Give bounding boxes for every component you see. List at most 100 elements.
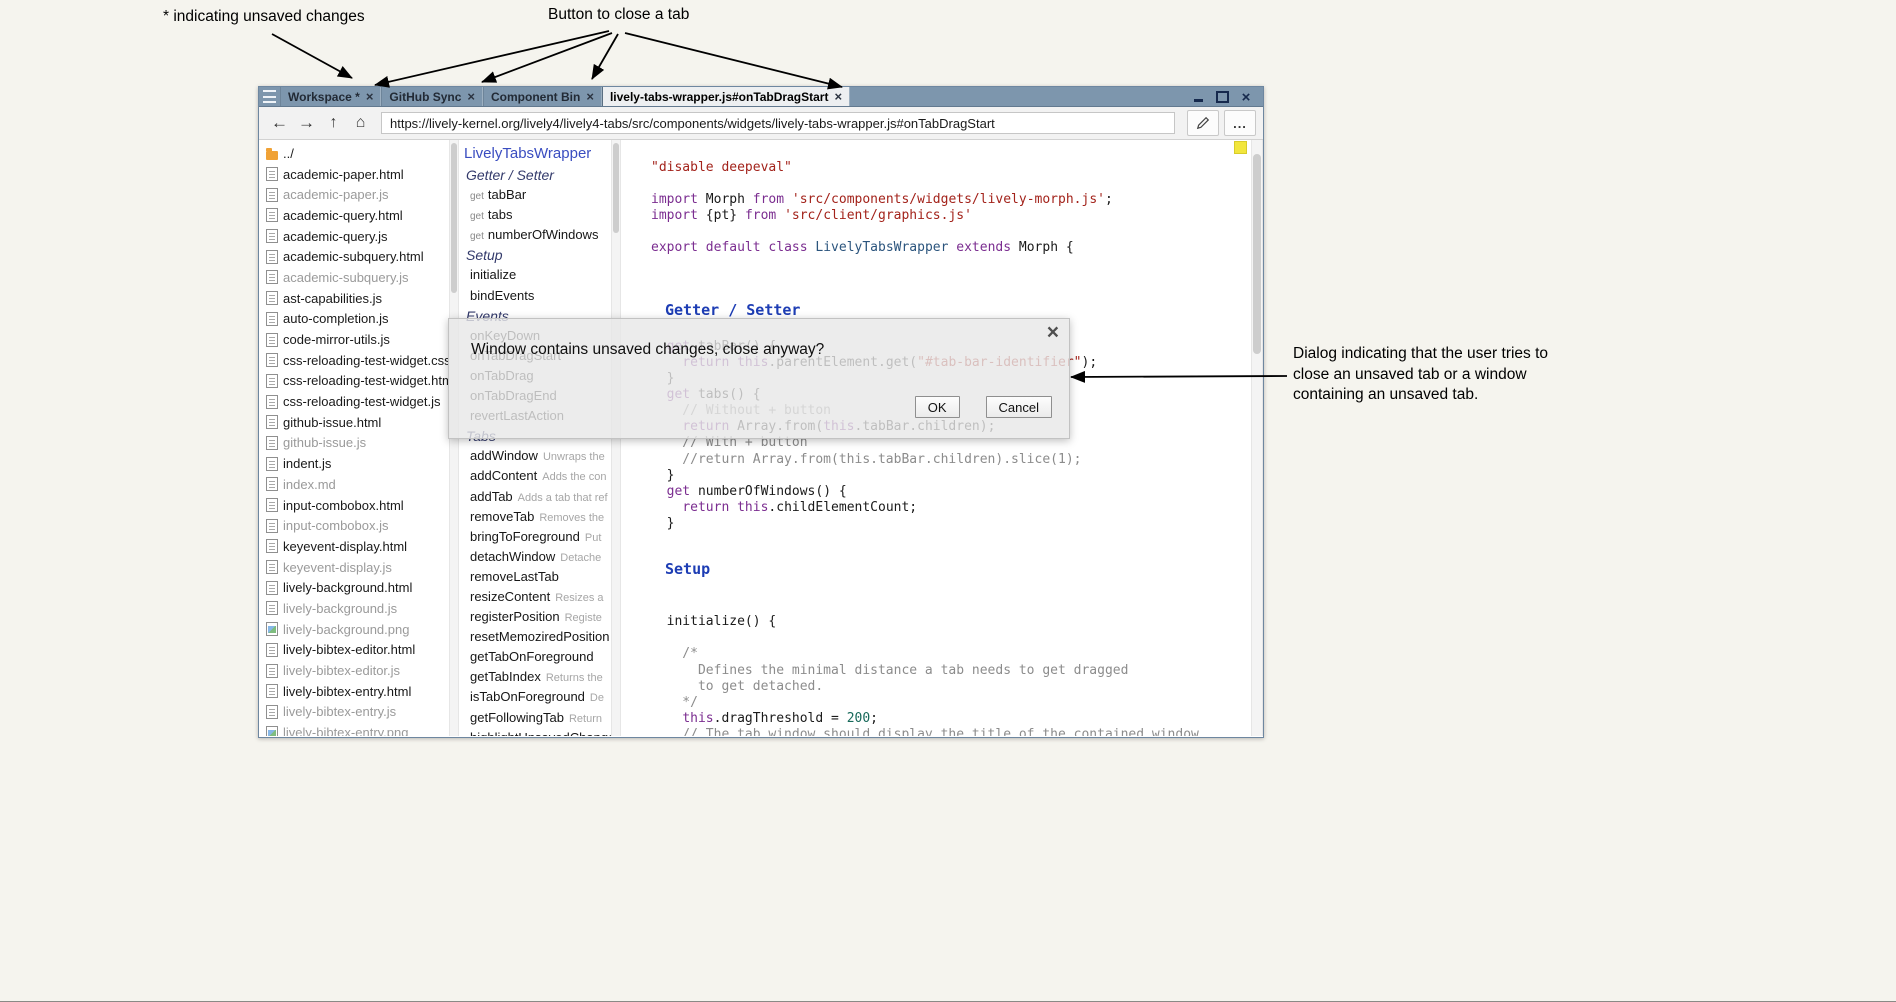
url-input[interactable] bbox=[381, 112, 1175, 134]
file-item[interactable]: lively-bibtex-editor.html bbox=[259, 640, 449, 661]
file-item[interactable]: academic-query.html bbox=[259, 205, 449, 226]
outline-doc-note: Detache bbox=[560, 552, 601, 564]
outline-item[interactable]: gettabBar bbox=[459, 187, 611, 207]
js-file-icon bbox=[266, 395, 278, 409]
file-item[interactable]: keyevent-display.js bbox=[259, 557, 449, 578]
outline-class-title[interactable]: LivelyTabsWrapper bbox=[459, 145, 611, 167]
more-button[interactable]: ... bbox=[1224, 110, 1256, 136]
file-item[interactable]: ../ bbox=[259, 143, 449, 164]
outline-item[interactable]: resetMemoziredPosition bbox=[459, 629, 611, 649]
tab-close-icon[interactable]: × bbox=[467, 90, 475, 103]
file-item[interactable]: github-issue.html bbox=[259, 412, 449, 433]
home-icon[interactable]: ⌂ bbox=[347, 110, 374, 136]
scrollbar-thumb[interactable] bbox=[451, 143, 457, 293]
file-item[interactable]: lively-background.png bbox=[259, 619, 449, 640]
tab[interactable]: Workspace * × bbox=[280, 87, 381, 106]
file-item[interactable]: academic-paper.html bbox=[259, 164, 449, 185]
file-item[interactable]: lively-bibtex-entry.js bbox=[259, 702, 449, 723]
file-item[interactable]: css-reloading-test-widget.html bbox=[259, 371, 449, 392]
back-icon[interactable]: ← bbox=[266, 110, 293, 136]
outline-item[interactable]: getTabOnForeground bbox=[459, 649, 611, 669]
outline-item[interactable]: bindEvents bbox=[459, 288, 611, 308]
outline-item[interactable]: registerPositionRegiste bbox=[459, 609, 611, 629]
menu-icon[interactable] bbox=[259, 87, 280, 106]
code-line bbox=[651, 598, 1251, 614]
file-item[interactable]: lively-bibtex-editor.js bbox=[259, 660, 449, 681]
outline-item[interactable]: highlightUnsavedChanges bbox=[459, 730, 611, 736]
tab[interactable]: Component Bin × bbox=[483, 87, 602, 106]
file-item[interactable]: css-reloading-test-widget.js bbox=[259, 391, 449, 412]
file-item[interactable]: ast-capabilities.js bbox=[259, 288, 449, 309]
dialog-close-icon[interactable]: × bbox=[1047, 322, 1059, 343]
outline-item[interactable]: getnumberOfWindows bbox=[459, 227, 611, 247]
forward-icon[interactable]: → bbox=[293, 110, 320, 136]
file-name: input-combobox.js bbox=[283, 518, 389, 533]
outline-label: addContent bbox=[470, 468, 537, 483]
folder-icon bbox=[266, 151, 278, 160]
tab-close-icon[interactable]: × bbox=[366, 90, 374, 103]
window-titlebar[interactable]: Workspace *×GitHub Sync×Component Bin×li… bbox=[259, 87, 1263, 107]
png-file-icon bbox=[266, 622, 278, 636]
minimize-icon[interactable] bbox=[1191, 90, 1205, 104]
file-item[interactable]: css-reloading-test-widget.css bbox=[259, 350, 449, 371]
cancel-button[interactable]: Cancel bbox=[986, 396, 1052, 418]
tab-label: Workspace * bbox=[288, 90, 360, 104]
outline-item[interactable]: resizeContentResizes a bbox=[459, 589, 611, 609]
tab-close-icon[interactable]: × bbox=[834, 90, 842, 103]
file-item[interactable]: input-combobox.js bbox=[259, 515, 449, 536]
file-item[interactable]: auto-completion.js bbox=[259, 309, 449, 330]
file-item[interactable]: academic-query.js bbox=[259, 226, 449, 247]
file-item[interactable]: input-combobox.html bbox=[259, 495, 449, 516]
file-name: lively-background.png bbox=[283, 622, 409, 637]
outline-label: getFollowingTab bbox=[470, 710, 564, 725]
outline-section[interactable]: Setup bbox=[459, 247, 611, 267]
edit-button[interactable] bbox=[1187, 110, 1219, 136]
file-item[interactable]: academic-subquery.js bbox=[259, 267, 449, 288]
annotation-flag[interactable] bbox=[1234, 141, 1247, 154]
file-name: auto-completion.js bbox=[283, 311, 389, 326]
file-item[interactable]: code-mirror-utils.js bbox=[259, 329, 449, 350]
file-item[interactable]: lively-bibtex-entry.png bbox=[259, 722, 449, 736]
file-item[interactable]: lively-background.html bbox=[259, 577, 449, 598]
maximize-icon[interactable] bbox=[1215, 90, 1229, 104]
file-item[interactable]: keyevent-display.html bbox=[259, 536, 449, 557]
outline-item[interactable]: addContentAdds the con bbox=[459, 468, 611, 488]
window-close-icon[interactable]: × bbox=[1239, 90, 1253, 104]
file-item[interactable]: academic-subquery.html bbox=[259, 246, 449, 267]
file-item[interactable]: github-issue.js bbox=[259, 433, 449, 454]
outline-doc-note: Return bbox=[569, 713, 602, 725]
file-list[interactable]: ../academic-paper.htmlacademic-paper.jsa… bbox=[259, 140, 449, 736]
tab[interactable]: lively-tabs-wrapper.js#onTabDragStart× bbox=[602, 87, 850, 106]
file-name: css-reloading-test-widget.html bbox=[283, 373, 449, 388]
tab[interactable]: GitHub Sync× bbox=[381, 87, 483, 106]
outline-item[interactable]: detachWindowDetache bbox=[459, 549, 611, 569]
file-name: ast-capabilities.js bbox=[283, 291, 382, 306]
file-item[interactable]: lively-background.js bbox=[259, 598, 449, 619]
outline-doc-note: Removes the bbox=[539, 512, 604, 524]
code-line bbox=[651, 257, 1251, 273]
file-item[interactable]: academic-paper.js bbox=[259, 184, 449, 205]
outline-item[interactable]: removeTabRemoves the bbox=[459, 509, 611, 529]
code-line: initialize() { bbox=[651, 614, 1251, 630]
code-scrollbar[interactable] bbox=[1251, 140, 1263, 736]
scrollbar-thumb[interactable] bbox=[613, 143, 619, 233]
outline-section[interactable]: Getter / Setter bbox=[459, 167, 611, 187]
outline-item[interactable]: gettabs bbox=[459, 207, 611, 227]
tab-close-icon[interactable]: × bbox=[586, 90, 594, 103]
file-item[interactable]: index.md bbox=[259, 474, 449, 495]
tab-label: Component Bin bbox=[491, 90, 580, 104]
file-item[interactable]: indent.js bbox=[259, 453, 449, 474]
scrollbar-thumb[interactable] bbox=[1253, 154, 1261, 354]
outline-item[interactable]: initialize bbox=[459, 267, 611, 287]
outline-item[interactable]: removeLastTab bbox=[459, 569, 611, 589]
outline-item[interactable]: getTabIndexReturns the bbox=[459, 669, 611, 689]
outline-item[interactable]: getFollowingTab Return bbox=[459, 710, 611, 730]
outline-item[interactable]: isTabOnForegroundDe bbox=[459, 689, 611, 709]
outline-item[interactable]: bringToForegroundPut bbox=[459, 529, 611, 549]
up-icon[interactable]: ↑ bbox=[320, 110, 347, 136]
file-item[interactable]: lively-bibtex-entry.html bbox=[259, 681, 449, 702]
ok-button[interactable]: OK bbox=[915, 396, 960, 418]
outline-label: highlightUnsavedChanges bbox=[470, 730, 611, 736]
outline-item[interactable]: addWindowUnwraps the bbox=[459, 448, 611, 468]
outline-item[interactable]: addTabAdds a tab that ref bbox=[459, 489, 611, 509]
